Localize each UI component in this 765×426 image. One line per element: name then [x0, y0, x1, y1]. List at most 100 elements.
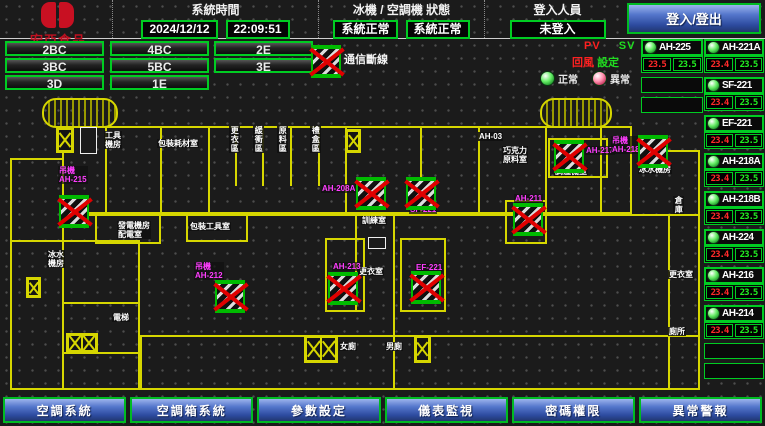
- room-label: 工具 機房: [104, 131, 122, 149]
- stairs-icon: [42, 98, 118, 128]
- equipment-label: 吊機 AH-215: [58, 166, 88, 184]
- unit-values: 23.4 23.5: [704, 284, 764, 301]
- unit-status-led-icon: [707, 41, 720, 54]
- comm-loss-equipment-icon[interactable]: [411, 271, 441, 304]
- pv-label: PV: [584, 40, 601, 52]
- normal-legend-label: 正常: [558, 71, 578, 86]
- ahu-unit-row: AH-214 23.4 23.5: [704, 305, 764, 339]
- comm-loss-equipment-icon[interactable]: [554, 140, 584, 173]
- ahu-unit-list: AH-221A 23.4 23.5 SF-221 23.4 23.5: [704, 39, 764, 339]
- zone-button[interactable]: 3BC: [5, 58, 104, 73]
- unit-name-label: SF-221: [722, 80, 752, 91]
- ahu-unit-row: AH-221A 23.4 23.5: [704, 39, 764, 73]
- ahu-unit-button[interactable]: SF-221: [704, 77, 764, 94]
- zone-button[interactable]: 3D: [5, 75, 104, 90]
- pv-sv-name-header: 回風 設定: [572, 54, 619, 70]
- ahu-unit-button[interactable]: AH-221A: [704, 39, 764, 56]
- ahu-unit-button[interactable]: EF-221: [704, 115, 764, 132]
- equipment-label: AH-208A: [321, 184, 356, 193]
- comm-loss-equipment-icon[interactable]: [356, 177, 386, 210]
- unit-status-led-icon: [644, 41, 657, 54]
- room-label: 更衣室: [358, 267, 384, 276]
- equipment-label: AH-211: [514, 194, 543, 203]
- abnormal-legend-label: 異常: [610, 71, 630, 86]
- zone-button[interactable]: 2E: [214, 41, 313, 56]
- empty-slot: [704, 343, 764, 359]
- room-label: 緩衝區: [253, 126, 264, 153]
- ahu-unit-button[interactable]: AH-218A: [704, 153, 764, 170]
- elevator-x-cell: [58, 129, 72, 151]
- room-label: 包裝工具室: [189, 222, 231, 231]
- zone-button[interactable]: 5BC: [110, 58, 209, 73]
- unit-sv-value: 23.5: [735, 248, 762, 261]
- unit-values: 23.5 23.5: [641, 56, 703, 73]
- unit-status-led-icon: [707, 307, 720, 320]
- elevator-x-cell: [82, 335, 96, 351]
- machine-status-section: 冰機 / 空調機 狀態 系統正常 系統正常: [318, 0, 484, 38]
- ahu-unit-button[interactable]: AH-214: [704, 305, 764, 322]
- elevator-icon: [345, 129, 361, 153]
- ahu-unit-button[interactable]: AH-225: [641, 39, 703, 56]
- comm-loss-equipment-icon[interactable]: [59, 195, 89, 228]
- room-label: 包裝耗材室: [157, 139, 199, 148]
- ahu-unit-row: AH-218A 23.4 23.5: [704, 153, 764, 187]
- menu-button[interactable]: 空調箱系統: [130, 397, 253, 423]
- elevator-x-cell: [68, 335, 82, 351]
- elevator-x-cell: [416, 337, 429, 361]
- menu-button[interactable]: 儀表監視: [385, 397, 508, 423]
- ahu-unit-row: EF-221 23.4 23.5: [704, 115, 764, 149]
- elevator-x-cell: [321, 337, 336, 361]
- ahu-unit-row: AH-224 23.4 23.5: [704, 229, 764, 263]
- company-logo: 宏亞食品 HUNYA FOODS: [0, 0, 112, 38]
- room-label: 男廁: [385, 342, 403, 351]
- unit-pv-value: 23.4: [706, 248, 733, 261]
- comm-loss-equipment-icon[interactable]: [513, 203, 543, 236]
- menu-button[interactable]: 參數設定: [257, 397, 380, 423]
- unit-pv-value: 23.4: [706, 134, 733, 147]
- ahu-unit-strip: AH-221A 23.4 23.5 SF-221 23.4 23.5: [704, 39, 764, 383]
- room-label: 電梯: [112, 313, 130, 322]
- sv-name-label: 設定: [597, 57, 619, 69]
- system-time-label: 系統時間: [191, 1, 239, 18]
- zone-button[interactable]: 3E: [214, 58, 313, 73]
- ahu-unit-button[interactable]: AH-218B: [704, 191, 764, 208]
- comm-loss-equipment-icon[interactable]: [638, 135, 668, 168]
- zone-button[interactable]: 1E: [110, 75, 209, 90]
- elevator-x-cell: [306, 337, 321, 361]
- ahu-status: 系統正常: [406, 20, 470, 39]
- unit-values: 23.4 23.5: [704, 56, 764, 73]
- normal-led-icon: [540, 71, 555, 86]
- wall-segment: [10, 158, 64, 242]
- menu-button[interactable]: 異常警報: [639, 397, 762, 423]
- comm-loss-equipment-icon[interactable]: [215, 280, 245, 313]
- elevator-x-cell: [347, 131, 359, 151]
- unit-name-label: AH-225: [659, 42, 690, 53]
- ahu-unit-button[interactable]: AH-216: [704, 267, 764, 284]
- zone-button[interactable]: 4BC: [110, 41, 209, 56]
- unit-pv-value: 23.4: [706, 58, 733, 71]
- menu-button[interactable]: 密碼權限: [512, 397, 635, 423]
- login-section: 登入人員 未登入: [484, 0, 630, 38]
- machine-status-label: 冰機 / 空調機 狀態: [353, 1, 450, 18]
- wall-segment: [208, 126, 210, 214]
- login-logout-button[interactable]: 登入/登出: [627, 3, 761, 34]
- unit-name-label: AH-221A: [722, 42, 760, 53]
- wall-segment: [698, 150, 700, 390]
- comm-loss-equipment-icon[interactable]: [328, 272, 358, 305]
- ahu-unit-row: AH-216 23.4 23.5: [704, 267, 764, 301]
- unit-sv-value: 23.5: [735, 96, 762, 109]
- menu-button[interactable]: 空調系統: [3, 397, 126, 423]
- ahu-unit-button[interactable]: AH-224: [704, 229, 764, 246]
- comm-loss-equipment-icon[interactable]: [406, 177, 436, 210]
- abnormal-led-icon: [592, 71, 607, 86]
- unit-pv-value: 23.5: [643, 58, 671, 71]
- unit-values: 23.4 23.5: [704, 246, 764, 263]
- zone-button[interactable]: 2BC: [5, 41, 104, 56]
- unit-status-led-icon: [707, 117, 720, 130]
- time-display: 22:09:51: [226, 20, 290, 39]
- unit-values: 23.4 23.5: [704, 94, 764, 111]
- room-label: 禮盒區: [310, 126, 321, 153]
- unit-values: 23.4 23.5: [704, 132, 764, 149]
- unit-pv-value: 23.4: [706, 286, 733, 299]
- room-label: 更衣室: [668, 270, 694, 279]
